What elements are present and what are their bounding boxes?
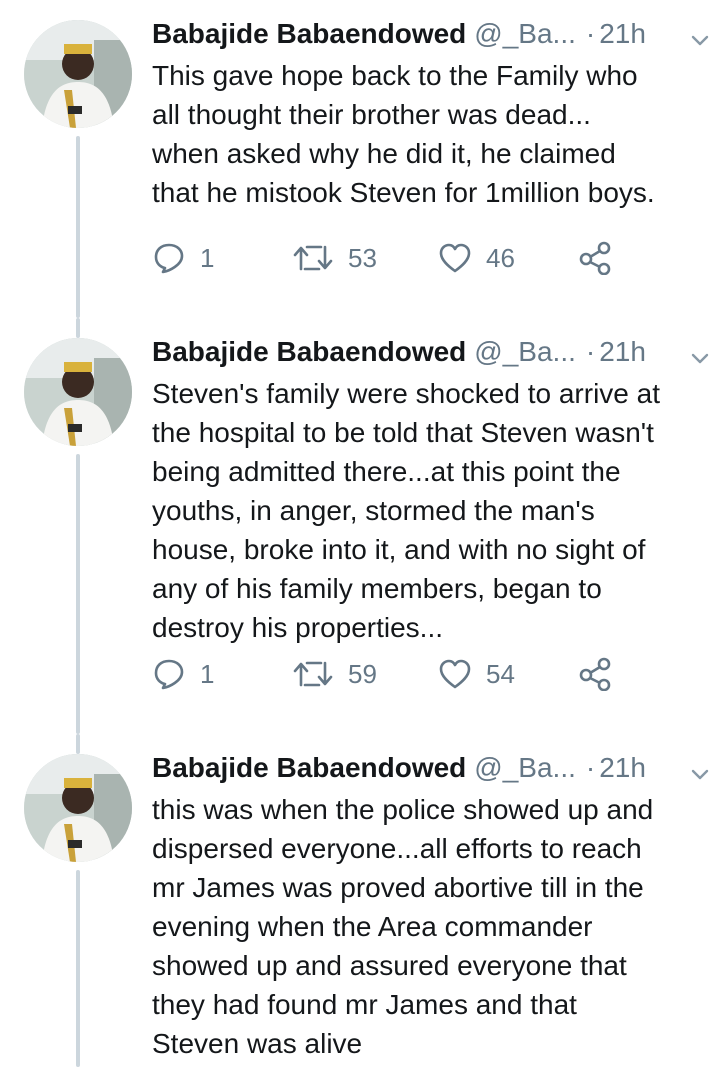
author-name[interactable]: Babajide Babaendowed <box>152 18 466 50</box>
retweet-icon <box>293 661 333 687</box>
avatar[interactable] <box>24 338 132 446</box>
thread-line <box>76 136 80 318</box>
avatar[interactable] <box>24 754 132 862</box>
like-count: 54 <box>486 658 515 689</box>
like-button[interactable]: 46 <box>438 238 515 278</box>
reply-button[interactable]: 1 <box>152 654 214 694</box>
separator: · <box>585 336 596 367</box>
tweet-text: Steven's family were shocked to arrive a… <box>152 378 661 643</box>
share-icon <box>579 241 611 275</box>
caret-down-icon[interactable] <box>688 346 712 370</box>
share-icon <box>579 657 611 691</box>
retweet-button[interactable]: 59 <box>292 654 377 694</box>
like-button[interactable]: 54 <box>438 654 515 694</box>
retweet-button[interactable]: 53 <box>292 238 377 278</box>
author-handle[interactable]: @_Ba... <box>474 18 576 50</box>
share-button[interactable] <box>578 238 612 278</box>
tweet-text: This gave hope back to the Family who al… <box>152 60 655 208</box>
thread-line <box>76 734 80 754</box>
reply-icon <box>154 659 184 690</box>
tweet-2[interactable]: Babajide Babaendowed @_Ba... · 21h Steve… <box>0 318 720 734</box>
reply-count: 1 <box>200 242 215 273</box>
share-button[interactable] <box>578 654 612 694</box>
author-handle[interactable]: @_Ba... <box>474 336 576 368</box>
reply-icon <box>154 243 184 274</box>
thread-line <box>76 454 80 734</box>
like-count: 46 <box>486 242 515 273</box>
timestamp[interactable]: 21h <box>599 18 646 50</box>
reply-count: 1 <box>200 658 215 689</box>
tweet-actions: 1 59 54 <box>152 654 652 694</box>
tweet-actions: 1 53 46 <box>152 238 652 278</box>
retweet-count: 53 <box>348 242 377 273</box>
tweet-header: Babajide Babaendowed @_Ba... · 21h <box>152 332 708 372</box>
timestamp[interactable]: 21h <box>599 752 646 784</box>
caret-down-icon[interactable] <box>688 762 712 786</box>
thread-line <box>76 318 80 338</box>
tweet-1[interactable]: Babajide Babaendowed @_Ba... · 21h This … <box>0 0 720 318</box>
tweet-header: Babajide Babaendowed @_Ba... · 21h <box>152 14 708 54</box>
tweet-text: this was when the police showed up and d… <box>152 794 654 1059</box>
like-icon <box>439 659 471 689</box>
tweet-header: Babajide Babaendowed @_Ba... · 21h <box>152 748 708 788</box>
author-name[interactable]: Babajide Babaendowed <box>152 336 466 368</box>
author-name[interactable]: Babajide Babaendowed <box>152 752 466 784</box>
separator: · <box>585 18 596 49</box>
author-handle[interactable]: @_Ba... <box>474 752 576 784</box>
retweet-count: 59 <box>348 658 377 689</box>
separator: · <box>585 752 596 783</box>
thread-line <box>76 870 80 1067</box>
retweet-icon <box>293 245 333 271</box>
reply-button[interactable]: 1 <box>152 238 214 278</box>
avatar[interactable] <box>24 20 132 128</box>
tweet-3[interactable]: Babajide Babaendowed @_Ba... · 21h this … <box>0 734 720 1067</box>
like-icon <box>439 243 471 273</box>
caret-down-icon[interactable] <box>688 28 712 52</box>
timestamp[interactable]: 21h <box>599 336 646 368</box>
